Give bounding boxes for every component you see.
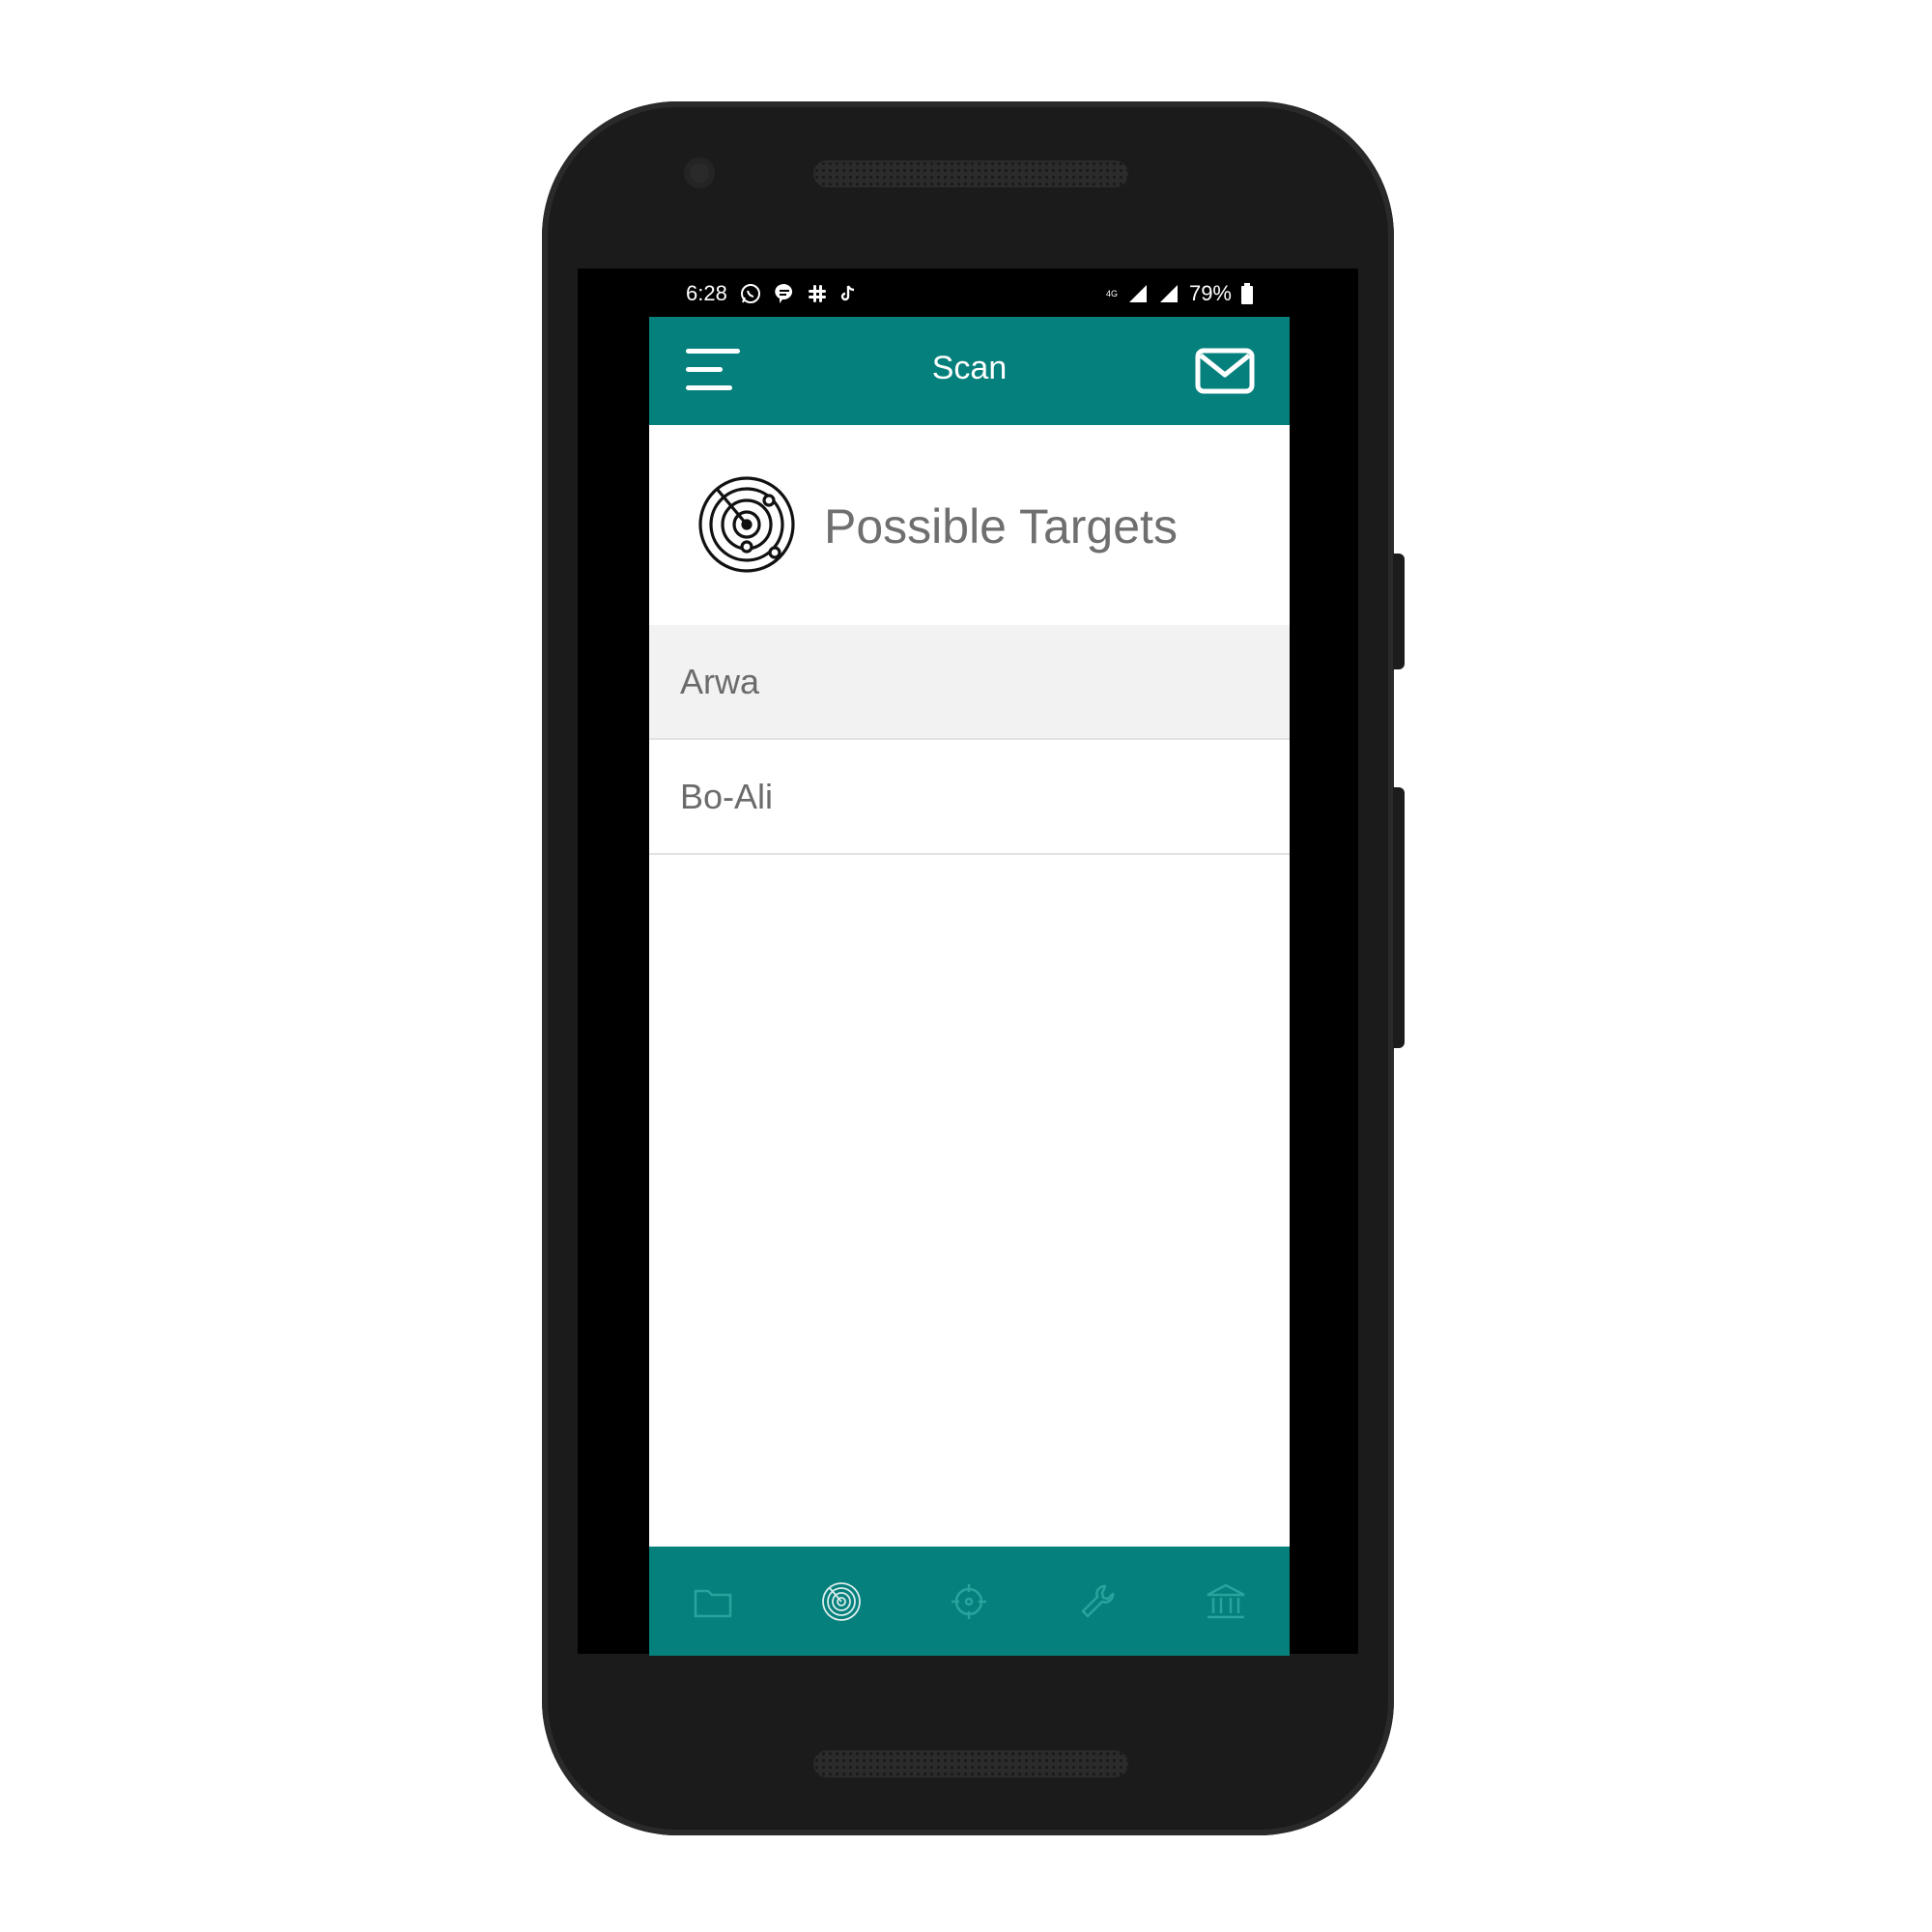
signal-4g-icon — [1128, 285, 1147, 302]
signal-icon — [1159, 285, 1178, 302]
app-screen: Scan Possible Targets Arwa Bo-Ali — [649, 317, 1290, 1656]
chat-bubble-icon — [775, 283, 792, 303]
nav-scan[interactable] — [808, 1568, 875, 1635]
tiktok-icon — [840, 285, 854, 301]
status-time: 6:28 — [686, 281, 727, 305]
target-name: Bo-Ali — [680, 777, 774, 816]
battery-icon — [1241, 283, 1253, 304]
nav-bank[interactable] — [1192, 1568, 1260, 1635]
phone-side-button-top — [1393, 554, 1405, 669]
crosshair-icon — [952, 1583, 987, 1619]
network-type: 4G — [1105, 289, 1118, 298]
battery-percent: 79% — [1188, 281, 1232, 305]
target-name: Arwa — [680, 662, 760, 701]
phone-side-button-bottom — [1393, 787, 1405, 1048]
nav-target[interactable] — [935, 1568, 1003, 1635]
slack-icon — [808, 285, 826, 302]
nav-folder[interactable] — [679, 1568, 747, 1635]
front-camera — [684, 157, 715, 188]
bank-icon — [1207, 1583, 1245, 1618]
radar-icon — [698, 476, 795, 573]
radar-icon — [821, 1581, 861, 1621]
mail-icon[interactable] — [1195, 348, 1255, 394]
whatsapp-icon — [740, 284, 760, 303]
list-item[interactable]: Bo-Ali — [649, 740, 1290, 855]
section-header: Possible Targets — [649, 425, 1290, 625]
nav-tools[interactable] — [1064, 1568, 1131, 1635]
wrench-icon — [1081, 1584, 1115, 1617]
list-item[interactable]: Arwa — [649, 625, 1290, 740]
status-bar: 6:28 4G 79% — [649, 272, 1290, 315]
targets-list: Arwa Bo-Ali — [649, 625, 1290, 855]
folder-icon — [695, 1589, 732, 1617]
bottom-nav — [649, 1547, 1290, 1656]
page-title: Scan — [931, 350, 1008, 386]
top-speaker — [813, 160, 1128, 187]
bottom-speaker — [813, 1750, 1128, 1777]
section-title: Possible Targets — [824, 499, 1178, 554]
app-header: Scan — [649, 317, 1290, 425]
